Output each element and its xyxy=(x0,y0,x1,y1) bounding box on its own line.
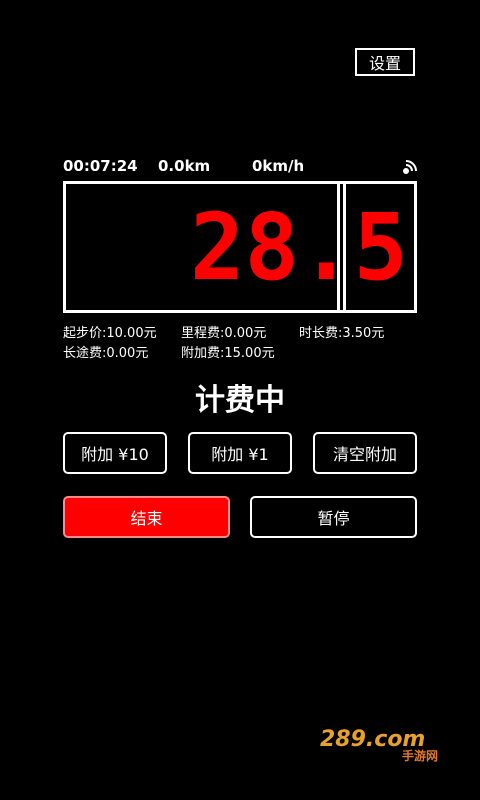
distance-value: 0.0km xyxy=(158,157,211,175)
settings-button[interactable]: 设置 xyxy=(355,48,415,76)
status-bar: 00:07:24 0.0km 0km/h xyxy=(0,155,480,177)
end-trip-button[interactable]: 结束 xyxy=(63,496,230,538)
fare-display: 28.5 xyxy=(190,203,408,291)
start-price: 起步价:10.00元 xyxy=(63,326,157,341)
watermark-sub: 手游网 xyxy=(402,748,438,762)
clear-surcharge-button[interactable]: 清空附加 xyxy=(313,432,417,474)
289-watermark-logo: 289.com 手游网 xyxy=(320,727,438,762)
pause-button[interactable]: 暂停 xyxy=(250,496,417,538)
wifi-signal-icon xyxy=(403,160,417,174)
fare-value: 28.5 xyxy=(190,203,408,291)
long-distance-fee: 长途费:0.00元 xyxy=(63,346,149,361)
duration-fee: 时长费:3.50元 xyxy=(299,326,385,341)
elapsed-time: 00:07:24 xyxy=(63,157,138,175)
mileage-fee: 里程费:0.00元 xyxy=(181,326,267,341)
add-1-button[interactable]: 附加 ¥1 xyxy=(188,432,292,474)
billing-status-title: 计费中 xyxy=(195,383,285,418)
surcharge-fee: 附加费:15.00元 xyxy=(181,346,275,361)
speed-value: 0km/h xyxy=(252,157,305,175)
add-10-button[interactable]: 附加 ¥10 xyxy=(63,432,167,474)
